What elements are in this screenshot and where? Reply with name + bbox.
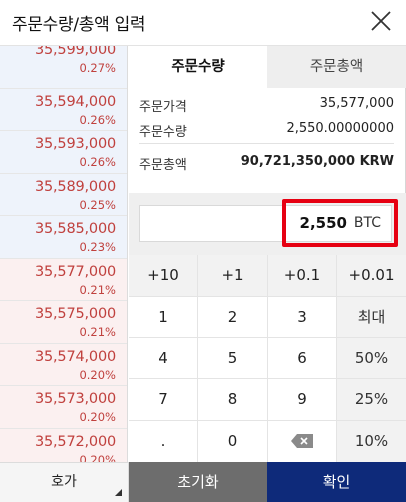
backspace-icon bbox=[291, 434, 313, 448]
key-4[interactable]: 4 bbox=[129, 338, 197, 378]
number-keypad: +10 +1 +0.1 +0.01 1 2 3 최대 4 5 6 50% 7 8… bbox=[129, 255, 406, 462]
orderbook-row[interactable]: 35,594,000 0.26% bbox=[0, 88, 127, 131]
orderbook-rate: 0.25% bbox=[79, 197, 116, 212]
order-qty-label: 주문수량 bbox=[139, 125, 187, 140]
order-total-value: 90,721,350,000 KRW bbox=[240, 154, 394, 169]
orderbook-price: 35,572,000 bbox=[34, 433, 116, 450]
key-plus-1[interactable]: +1 bbox=[198, 255, 267, 296]
dialog-title: 주문수량/총액 입력 bbox=[12, 15, 146, 35]
orderbook-row[interactable]: 35,574,000 0.20% bbox=[0, 343, 127, 386]
key-7[interactable]: 7 bbox=[129, 379, 197, 420]
orderbook-row[interactable]: 35,572,000 0.20% bbox=[0, 428, 127, 463]
orderbook: 35,599,000 0.27% 35,594,000 0.26% 35,593… bbox=[0, 46, 128, 462]
quantity-input-area: 2,550 BTC bbox=[129, 193, 406, 255]
orderbook-rate: 0.27% bbox=[79, 61, 116, 75]
bottom-bar: 호가 초기화 확인 bbox=[0, 462, 406, 502]
tab-order-total[interactable]: 주문총액 bbox=[267, 46, 406, 88]
orderbook-rate: 0.26% bbox=[79, 112, 116, 127]
order-total-label: 주문총액 bbox=[139, 158, 187, 173]
orderbook-price: 35,577,000 bbox=[34, 263, 116, 280]
mode-tabs: 주문수량 주문총액 bbox=[129, 46, 406, 88]
orderbook-rate: 0.21% bbox=[79, 282, 116, 297]
key-9[interactable]: 9 bbox=[268, 379, 336, 420]
orderbook-rate: 0.23% bbox=[79, 240, 116, 254]
order-qty-value: 2,550.00000000 bbox=[286, 121, 394, 136]
orderbook-row[interactable]: 35,589,000 0.25% bbox=[0, 173, 127, 216]
close-icon[interactable] bbox=[370, 10, 392, 32]
order-total-row: 주문총액 90,721,350,000 KRW bbox=[139, 154, 394, 176]
orderbook-row[interactable]: 35,575,000 0.21% bbox=[0, 301, 127, 344]
reset-button[interactable]: 초기화 bbox=[129, 462, 267, 502]
orderbook-price: 35,573,000 bbox=[34, 391, 116, 407]
quantity-input[interactable]: 2,550 BTC bbox=[139, 205, 392, 242]
orderbook-price: 35,574,000 bbox=[34, 348, 116, 365]
key-3[interactable]: 3 bbox=[268, 297, 336, 337]
key-backspace[interactable] bbox=[268, 421, 336, 462]
orderbook-price: 35,594,000 bbox=[34, 93, 116, 110]
dialog-header: 주문수량/총액 입력 bbox=[0, 0, 406, 46]
key-5[interactable]: 5 bbox=[198, 338, 267, 378]
order-price-row: 주문가격 35,577,000 bbox=[139, 96, 394, 118]
order-info: 주문가격 35,577,000 주문수량 2,550.00000000 주문총액… bbox=[129, 88, 406, 193]
orderbook-rate: 0.20% bbox=[79, 452, 116, 463]
tab-order-quantity[interactable]: 주문수량 bbox=[129, 46, 267, 88]
key-50-percent[interactable]: 50% bbox=[337, 338, 406, 378]
orderbook-row[interactable]: 35,593,000 0.26% bbox=[0, 131, 127, 174]
key-max[interactable]: 최대 bbox=[337, 297, 406, 337]
quantity-input-unit: BTC bbox=[353, 215, 381, 231]
orderbook-rate: 0.26% bbox=[79, 155, 116, 169]
confirm-button[interactable]: 확인 bbox=[267, 462, 406, 502]
order-price-value: 35,577,000 bbox=[319, 96, 394, 111]
orderbook-rate: 0.20% bbox=[79, 367, 116, 382]
key-2[interactable]: 2 bbox=[198, 297, 267, 337]
orderbook-row[interactable]: 35,599,000 0.27% bbox=[0, 46, 127, 89]
corner-triangle-icon bbox=[115, 489, 122, 496]
orderbook-row[interactable]: 35,577,000 0.21% bbox=[0, 258, 127, 301]
key-1[interactable]: 1 bbox=[129, 297, 197, 337]
order-qty-row: 주문수량 2,550.00000000 bbox=[139, 121, 394, 143]
info-divider bbox=[139, 143, 394, 144]
key-25-percent[interactable]: 25% bbox=[337, 379, 406, 420]
orderbook-price: 35,575,000 bbox=[34, 306, 116, 322]
orderbook-price: 35,599,000 bbox=[34, 46, 116, 58]
key-decimal[interactable]: . bbox=[129, 421, 197, 462]
order-price-label: 주문가격 bbox=[139, 100, 187, 115]
key-plus-10[interactable]: +10 bbox=[129, 255, 197, 296]
key-plus-0-01[interactable]: +0.01 bbox=[337, 255, 406, 296]
key-plus-0-1[interactable]: +0.1 bbox=[268, 255, 336, 296]
hoga-button[interactable]: 호가 bbox=[0, 462, 129, 502]
hoga-button-label: 호가 bbox=[51, 474, 77, 490]
orderbook-rate: 0.20% bbox=[79, 410, 116, 424]
orderbook-row[interactable]: 35,585,000 0.23% bbox=[0, 216, 127, 259]
orderbook-price: 35,589,000 bbox=[34, 178, 116, 195]
key-0[interactable]: 0 bbox=[198, 421, 267, 462]
orderbook-rate: 0.21% bbox=[79, 325, 116, 339]
key-8[interactable]: 8 bbox=[198, 379, 267, 420]
quantity-input-value: 2,550 bbox=[299, 214, 347, 232]
key-6[interactable]: 6 bbox=[268, 338, 336, 378]
orderbook-row[interactable]: 35,573,000 0.20% bbox=[0, 386, 127, 429]
key-10-percent[interactable]: 10% bbox=[337, 421, 406, 462]
orderbook-price: 35,593,000 bbox=[34, 136, 116, 152]
orderbook-price: 35,585,000 bbox=[34, 221, 116, 237]
